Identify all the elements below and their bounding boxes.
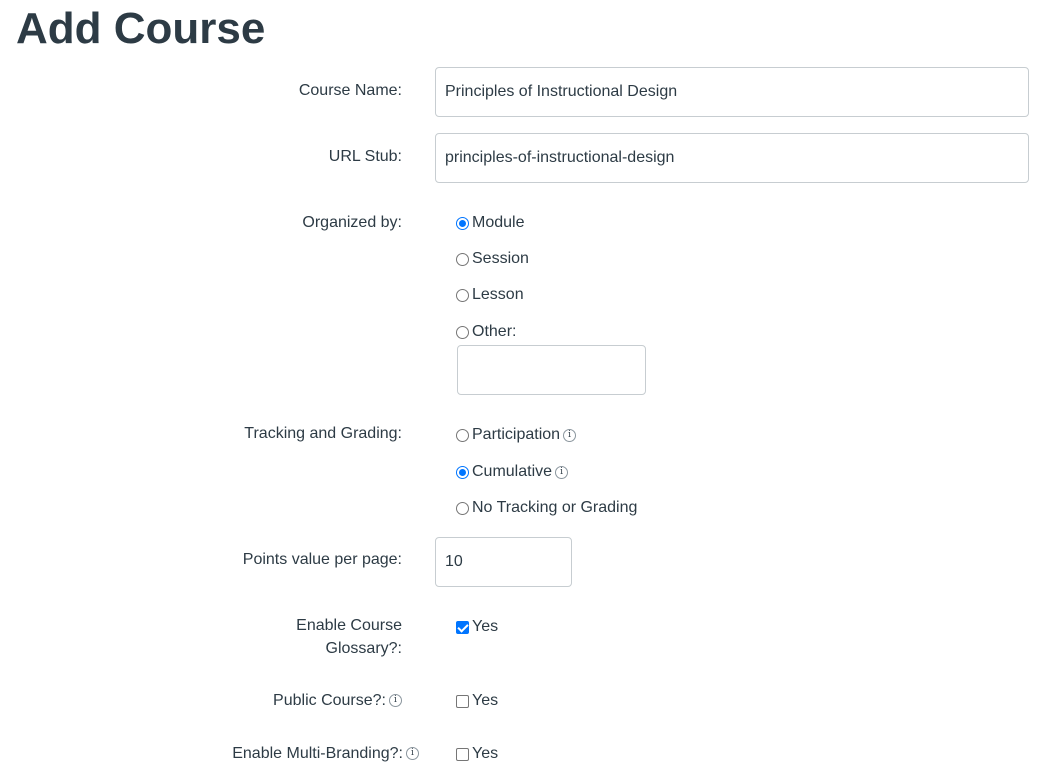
add-course-page: Add Course Course Name: URL Stub: Organi… — [0, 0, 1045, 779]
cumulative-radio-label: Cumulative — [472, 463, 553, 480]
module-radio-label: Module — [472, 214, 525, 231]
organized-by-option-other[interactable]: Other: — [456, 321, 516, 343]
public-course-option[interactable]: Yes — [456, 690, 498, 712]
glossary-label: Enable Course Glossary?: — [296, 617, 402, 657]
tracking-grading-label: Tracking and Grading: — [244, 425, 402, 442]
multi-branding-label-wrap: Enable Multi-Branding?: i — [232, 742, 419, 765]
public-course-checkbox[interactable] — [456, 694, 469, 708]
page-title: Add Course — [16, 4, 266, 53]
course-name-label: Course Name: — [298, 82, 402, 99]
info-icon[interactable]: i — [406, 747, 419, 761]
multi-branding-checkbox[interactable] — [456, 747, 469, 761]
participation-radio-label: Participation — [472, 426, 561, 443]
session-radio[interactable] — [456, 252, 469, 266]
glossary-checkbox[interactable] — [456, 620, 469, 634]
glossary-checkbox-label: Yes — [472, 618, 499, 635]
points-value-label: Points value per page: — [242, 551, 402, 568]
organized-by-label: Organized by: — [302, 214, 402, 231]
info-icon[interactable]: i — [389, 694, 402, 708]
other-radio-label: Other: — [472, 323, 517, 340]
public-course-checkbox-label: Yes — [472, 692, 499, 709]
session-radio-label: Session — [472, 250, 529, 267]
no-tracking-radio-label: No Tracking or Grading — [472, 499, 638, 516]
participation-radio[interactable] — [456, 428, 469, 442]
multi-branding-option[interactable]: Yes — [456, 743, 498, 765]
other-radio[interactable] — [456, 325, 469, 339]
organized-by-option-session[interactable]: Session — [456, 248, 529, 270]
module-radio[interactable] — [456, 216, 469, 230]
lesson-radio-label: Lesson — [472, 286, 524, 303]
public-course-label-wrap: Public Course?: i — [273, 689, 402, 712]
url-stub-input[interactable] — [435, 133, 1029, 183]
url-stub-label: URL Stub: — [328, 148, 402, 165]
organized-by-option-lesson[interactable]: Lesson — [456, 284, 524, 306]
other-organization-input[interactable] — [457, 345, 646, 395]
cumulative-radio[interactable] — [456, 465, 469, 479]
course-name-input[interactable] — [435, 67, 1029, 117]
organized-by-option-module[interactable]: Module — [456, 212, 524, 234]
tracking-option-participation[interactable]: Participation i — [456, 424, 577, 446]
multi-branding-label: Enable Multi-Branding?: — [232, 745, 403, 762]
glossary-option[interactable]: Yes — [456, 616, 498, 638]
no-tracking-radio[interactable] — [456, 501, 469, 515]
public-course-label: Public Course?: — [273, 692, 386, 709]
info-icon[interactable]: i — [563, 428, 577, 442]
tracking-option-cumulative[interactable]: Cumulative i — [456, 461, 569, 483]
lesson-radio[interactable] — [456, 288, 469, 302]
multi-branding-checkbox-label: Yes — [472, 745, 499, 762]
info-icon[interactable]: i — [555, 465, 569, 479]
tracking-option-none[interactable]: No Tracking or Grading — [456, 497, 637, 519]
points-value-input[interactable] — [435, 537, 572, 587]
